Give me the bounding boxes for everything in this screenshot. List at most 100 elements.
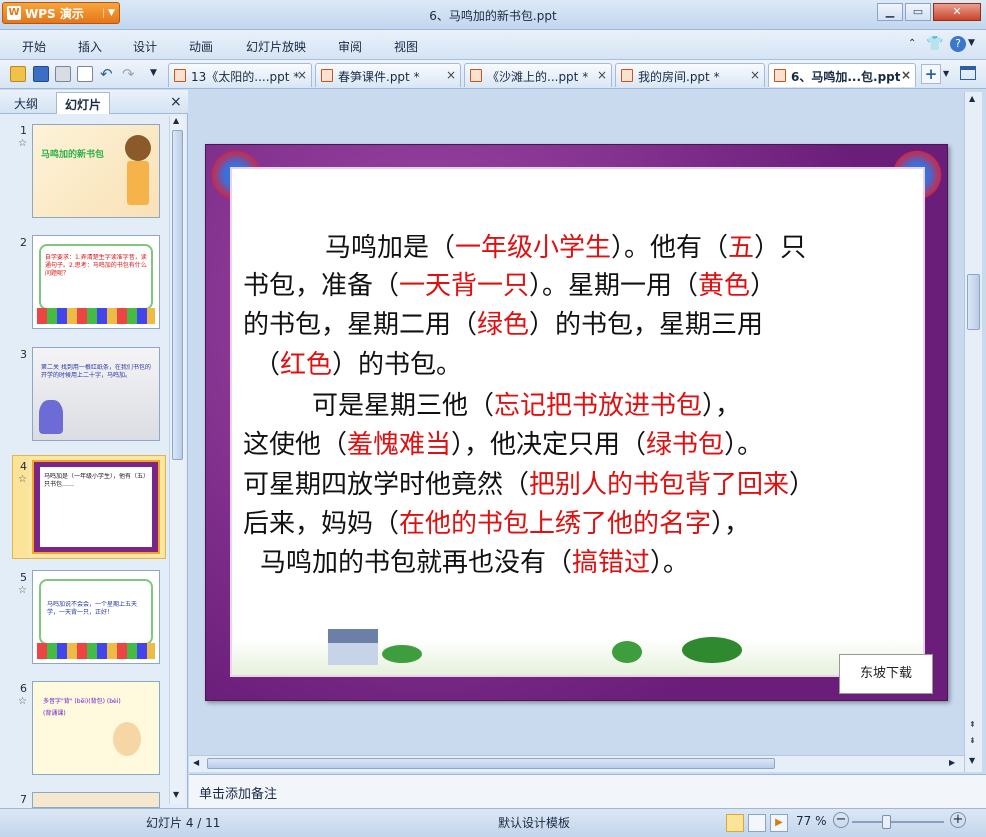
slide-thumbnail-4[interactable]: 马鸣加是（一年级小学生），他有（五）只书包…… — [32, 460, 160, 554]
zoom-out-button[interactable]: − — [833, 812, 849, 828]
status-bar: 幻灯片 4 / 11 默认设计模板 ▶ 77 % − + — [0, 808, 986, 837]
print-icon[interactable] — [55, 66, 71, 82]
close-tab-icon[interactable]: × — [901, 68, 911, 82]
quick-access-dropdown-icon[interactable]: ▼ — [150, 68, 157, 78]
print-preview-icon[interactable] — [77, 66, 93, 82]
save-icon[interactable] — [33, 66, 49, 82]
menu-review[interactable]: 审阅 — [338, 38, 362, 55]
menu-insert[interactable]: 插入 — [78, 38, 102, 55]
zoom-slider-track[interactable] — [852, 821, 944, 823]
slides-pane-scrollbar[interactable]: ▲ ▼ — [169, 116, 185, 804]
slide-sorter-view-button[interactable] — [748, 814, 766, 832]
doc-tab-1[interactable]: 13《太阳的....ppt * × — [168, 63, 312, 87]
text-run: ） — [789, 470, 816, 500]
doc-tab-4[interactable]: 我的房间.ppt * × — [615, 63, 765, 87]
zoom-slider-handle[interactable] — [882, 815, 891, 829]
slide-thumbnail-2[interactable]: 自学要求：1.弄清楚生字读准字音，读通句子。2.思考：马鸣加的书包有什么问题呢？ — [32, 235, 160, 329]
maximize-button[interactable]: ▭ — [905, 3, 931, 21]
minimize-button[interactable]: ▁ — [877, 3, 903, 21]
menu-slideshow[interactable]: 幻灯片放映 — [246, 38, 306, 55]
menu-home[interactable]: 开始 — [22, 38, 46, 55]
close-tab-icon[interactable]: × — [446, 68, 456, 82]
text-run: 可是星期三他（ — [312, 391, 495, 421]
text-line-4[interactable]: （红色）的书包。 — [254, 344, 462, 381]
ppt-file-icon — [621, 69, 633, 82]
cartoon-boy-body — [127, 161, 149, 205]
collapse-ribbon-icon[interactable]: ⌃ — [908, 38, 916, 49]
text-line-9[interactable]: 马鸣加的书包就再也没有（搞错过）。 — [260, 542, 689, 579]
slide-thumbnail-6[interactable]: 多音字"背" (bēi)(背包) (bèi)(背诵课) — [32, 681, 160, 775]
slide-thumbnail-1[interactable]: 马鸣加的新书包 — [32, 124, 160, 218]
scroll-up-icon[interactable]: ▲ — [969, 94, 975, 103]
scroll-thumb[interactable] — [172, 130, 183, 460]
text-line-1[interactable]: 马鸣加是（一年级小学生）。他有（五）只 — [325, 227, 806, 264]
scroll-left-icon[interactable]: ◀ — [193, 758, 199, 767]
zoom-level: 77 % — [796, 814, 827, 828]
text-line-2[interactable]: 书包，准备（一天背一只）。星期一用（黄色） — [243, 265, 776, 302]
slide-number: 2 — [20, 236, 27, 249]
close-tab-icon[interactable]: × — [750, 68, 760, 82]
tab-slides[interactable]: 幻灯片 — [56, 92, 111, 114]
close-pane-icon[interactable]: × — [170, 94, 182, 110]
chevron-down-icon: ▼ — [103, 8, 119, 18]
help-dropdown-icon[interactable]: ▼ — [968, 38, 975, 48]
slide-thumbnail-5[interactable]: 马鸣加说不会会，一个星期上五天学，一天背一只，正好！ — [32, 570, 160, 664]
window-title: 6、马鸣加的新书包.ppt — [429, 9, 557, 23]
normal-view-button[interactable] — [726, 814, 744, 832]
text-run: （ — [254, 350, 281, 380]
doc-tab-2[interactable]: 春笋课件.ppt * × — [315, 63, 461, 87]
scroll-down-icon[interactable]: ▼ — [969, 756, 975, 765]
menu-view[interactable]: 视图 — [394, 38, 418, 55]
slide-number: 1 — [20, 124, 27, 137]
app-name: WPS 演示 — [25, 6, 84, 21]
scroll-down-icon[interactable]: ▼ — [173, 790, 179, 799]
text-line-3[interactable]: 的书包，星期二用（绿色）的书包，星期三用 — [243, 304, 763, 341]
open-folder-icon[interactable] — [10, 66, 26, 82]
scroll-thumb[interactable] — [207, 758, 775, 769]
close-tab-icon[interactable]: × — [297, 68, 307, 82]
tab-dropdown-icon[interactable]: ▼ — [943, 69, 949, 78]
doc-tab-label: 6、马鸣加...包.ppt — [791, 70, 901, 84]
menu-design[interactable]: 设计 — [133, 38, 157, 55]
undo-icon[interactable]: ↶ — [100, 65, 113, 83]
scroll-thumb[interactable] — [967, 274, 980, 330]
close-window-button[interactable]: ✕ — [933, 3, 981, 21]
zoom-in-button[interactable]: + — [950, 812, 966, 828]
new-tab-plus-icon[interactable]: + — [921, 64, 941, 84]
window-list-icon[interactable] — [960, 66, 976, 80]
animation-star-icon: ☆ — [18, 474, 27, 485]
menu-animation[interactable]: 动画 — [189, 38, 213, 55]
doc-tab-3[interactable]: 《沙滩上的...ppt * × — [464, 63, 612, 87]
scroll-up-icon[interactable]: ▲ — [173, 116, 179, 125]
tab-outline[interactable]: 大纲 — [6, 92, 46, 114]
skin-icon[interactable]: 👕 — [926, 36, 943, 52]
scroll-right-icon[interactable]: ▶ — [949, 758, 955, 767]
answer-text: 一年级小学生 — [455, 233, 612, 263]
notes-pane[interactable]: 单击添加备注 — [189, 774, 986, 808]
ppt-file-icon — [774, 69, 786, 82]
text-line-5[interactable]: 可是星期三他（忘记把书放进书包）， — [312, 385, 741, 422]
close-tab-icon[interactable]: × — [597, 68, 607, 82]
editor-horizontal-scrollbar[interactable]: ◀ ▶ — [189, 755, 964, 772]
slide-number: 4 — [20, 460, 27, 473]
next-slide-icon[interactable]: ⇟ — [969, 736, 976, 745]
redo-icon[interactable]: ↷ — [122, 65, 135, 83]
slide-thumbnail-7[interactable] — [32, 792, 160, 808]
thumb-text: 多音字"背" (bēi)(背包) (bèi)(背诵课) — [43, 698, 121, 717]
ppt-file-icon — [321, 69, 333, 82]
doc-tab-5-active[interactable]: 6、马鸣加...包.ppt × — [768, 63, 916, 87]
text-run: 这使他（ — [243, 430, 348, 460]
text-line-8[interactable]: 后来，妈妈（在他的书包上绣了他的名字）， — [243, 503, 750, 540]
slideshow-play-button[interactable]: ▶ — [770, 814, 788, 832]
help-icon[interactable]: ? — [950, 36, 966, 52]
text-line-7[interactable]: 可星期四放学时他竟然（把别人的书包背了回来） — [243, 464, 815, 501]
wps-app-menu-button[interactable]: W WPS 演示 ▼ — [2, 2, 120, 24]
bush-illustration — [612, 641, 642, 663]
answer-text: 忘记把书放进书包 — [494, 391, 703, 421]
prev-slide-icon[interactable]: ⇞ — [969, 720, 976, 729]
slide-thumbnail-3[interactable]: 第二关 找到用一根红纸条，在我们书包的开学的时候用上二十字，马鸣加。 — [32, 347, 160, 441]
editor-vertical-scrollbar[interactable]: ▲ ⇞ ⇟ ▼ — [964, 92, 982, 772]
current-slide[interactable]: 马鸣加是（一年级小学生）。他有（五）只 书包，准备（一天背一只）。星期一用（黄色… — [205, 144, 948, 701]
thumb-text: 自学要求：1.弄清楚生字读准字音，读通句子。2.思考：马鸣加的书包有什么问题呢？ — [45, 254, 147, 277]
text-line-6[interactable]: 这使他（羞愧难当），他决定只用（绿书包）。 — [243, 424, 763, 461]
